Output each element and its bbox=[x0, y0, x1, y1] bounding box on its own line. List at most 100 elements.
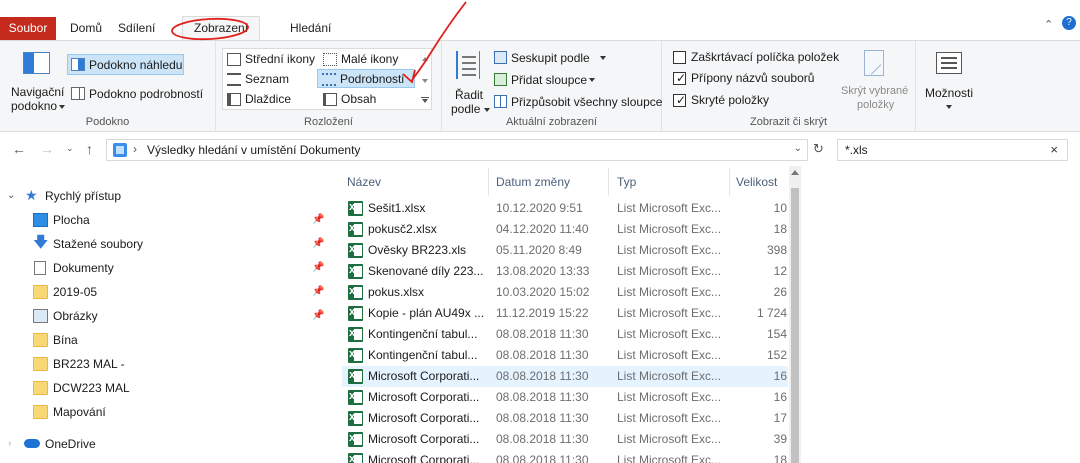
nav-folder-dcw223[interactable]: DCW223 MAL bbox=[0, 377, 330, 399]
hidden-items-checkbox[interactable]: ✓ bbox=[673, 93, 686, 107]
table-row[interactable]: Sešit1.xlsx 10.12.2020 9:51 List Microsoft… bbox=[342, 197, 788, 219]
excel-file-icon bbox=[348, 260, 363, 280]
column-separator[interactable] bbox=[729, 168, 730, 196]
file-extensions-checkbox[interactable]: ✓ bbox=[673, 71, 687, 85]
tab-view[interactable]: Zobrazení bbox=[185, 17, 257, 40]
fit-columns-button[interactable]: Přizpůsobit všechny sloupce bbox=[491, 91, 662, 111]
layout-medium-icons[interactable]: Střední ikony bbox=[223, 50, 315, 69]
table-row[interactable]: pokus.xlsx 10.03.2020 15:02 List Microsoft… bbox=[342, 281, 788, 303]
address-path: Výsledky hledání v umístění Dokumenty bbox=[147, 143, 361, 157]
sort-by-button[interactable]: Řadit podle bbox=[445, 47, 490, 116]
column-header-name[interactable]: Název bbox=[347, 175, 381, 189]
nav-onedrive[interactable]: › OneDrive bbox=[0, 433, 320, 455]
navigation-bar: ← → ⌄ ↑ › Výsledky hledání v umístění Do… bbox=[0, 133, 1080, 166]
table-row[interactable]: Microsoft Corporati... 08.08.2018 11:30 Li… bbox=[342, 449, 788, 463]
preview-pane-button[interactable]: Podokno náhledu bbox=[67, 54, 184, 75]
nav-folder-2019-05[interactable]: 2019-05 📌 bbox=[0, 281, 330, 303]
file-type: List Microsoft Exc... bbox=[617, 264, 722, 278]
add-columns-button[interactable]: Přidat sloupce bbox=[491, 69, 649, 89]
search-box[interactable]: *.xls × bbox=[837, 139, 1068, 161]
column-header-date[interactable]: Datum změny bbox=[496, 175, 570, 189]
layout-content-label: Obsah bbox=[341, 92, 377, 106]
table-row[interactable]: Microsoft Corporati... 08.08.2018 11:30 Li… bbox=[342, 386, 788, 408]
nav-documents[interactable]: Dokumenty 📌 bbox=[0, 257, 330, 279]
tab-home[interactable]: Domů bbox=[61, 17, 111, 40]
excel-file-icon bbox=[348, 239, 363, 259]
back-arrow-icon[interactable]: ← bbox=[12, 141, 26, 157]
forward-arrow-icon[interactable]: → bbox=[40, 141, 54, 157]
medium-icons-icon bbox=[227, 53, 241, 66]
item-checkboxes-checkbox[interactable] bbox=[673, 51, 686, 64]
file-type: List Microsoft Exc... bbox=[617, 201, 722, 215]
details-pane-button[interactable]: Podokno podrobností bbox=[67, 83, 211, 104]
tab-search[interactable]: Hledání bbox=[281, 17, 340, 40]
scroll-thumb[interactable] bbox=[791, 188, 799, 463]
group-by-button[interactable]: Seskupit podle bbox=[491, 47, 649, 67]
column-header-type[interactable]: Typ bbox=[617, 175, 636, 189]
column-separator[interactable] bbox=[608, 168, 609, 196]
nav-folder-bina[interactable]: Bína bbox=[0, 329, 330, 351]
table-row[interactable]: Microsoft Corporati... 08.08.2018 11:30 Li… bbox=[342, 428, 788, 450]
file-size: 18 bbox=[773, 453, 787, 463]
check-mark-icon: ✓ bbox=[676, 71, 687, 85]
file-type: List Microsoft Exc... bbox=[617, 453, 722, 463]
navigation-pane-button[interactable]: Navigační podokno bbox=[6, 47, 65, 115]
breadcrumb-chevron-icon[interactable]: › bbox=[133, 142, 137, 156]
file-date: 05.11.2020 8:49 bbox=[496, 243, 582, 257]
clear-search-icon[interactable]: × bbox=[1050, 142, 1058, 157]
up-arrow-icon[interactable]: ↑ bbox=[86, 141, 93, 157]
layout-list[interactable]: Seznam bbox=[223, 70, 289, 89]
gallery-expand-icon[interactable] bbox=[421, 97, 429, 103]
nav-label: Stažené soubory bbox=[53, 237, 144, 251]
gallery-scroll-up-icon[interactable] bbox=[422, 57, 428, 61]
tab-file[interactable]: Soubor bbox=[0, 17, 56, 40]
nav-label: Plocha bbox=[53, 213, 90, 227]
file-name: pokus.xlsx bbox=[368, 285, 425, 299]
table-row[interactable]: Microsoft Corporati... 08.08.2018 11:30 Li… bbox=[342, 365, 788, 387]
refresh-icon[interactable]: ↻ bbox=[813, 141, 824, 157]
layout-details[interactable]: Podrobnosti bbox=[317, 69, 415, 88]
nav-folder-br223[interactable]: BR223 MAL - bbox=[0, 353, 330, 375]
tab-share[interactable]: Sdílení bbox=[109, 17, 164, 40]
address-bar[interactable]: › Výsledky hledání v umístění Dokumenty … bbox=[106, 139, 808, 161]
cloud-icon bbox=[24, 439, 40, 448]
table-row[interactable]: Kopie - plán AU49x ... 11.12.2019 15:22 Li… bbox=[342, 302, 788, 324]
file-type: List Microsoft Exc... bbox=[617, 369, 722, 383]
column-separator[interactable] bbox=[488, 168, 489, 196]
file-list-scrollbar[interactable] bbox=[789, 166, 801, 463]
search-results-icon bbox=[113, 143, 127, 157]
ribbon-collapse-chevron-icon[interactable]: ⌃ bbox=[1044, 18, 1053, 31]
expand-chevron-icon[interactable]: ⌄ bbox=[7, 185, 15, 207]
nav-quick-access[interactable]: ⌄ ★ Rychlý přístup bbox=[0, 185, 320, 207]
table-row[interactable]: Skenované díly 223... 13.08.2020 13:33 Lis… bbox=[342, 260, 788, 282]
search-input[interactable]: *.xls bbox=[845, 143, 868, 157]
nav-downloads[interactable]: 🡇 Stažené soubory 📌 bbox=[0, 233, 330, 255]
scroll-up-arrow-icon[interactable] bbox=[791, 170, 799, 175]
table-row[interactable]: Ověsky BR223.xls 05.11.2020 8:49 List Micr… bbox=[342, 239, 788, 261]
address-dropdown-icon[interactable]: ⌄ bbox=[794, 143, 802, 154]
gallery-scroll-down-icon[interactable] bbox=[422, 79, 428, 83]
column-header-size[interactable]: Velikost bbox=[736, 175, 777, 189]
recent-locations-chevron-icon[interactable]: ⌄ bbox=[66, 143, 74, 154]
layout-tiles[interactable]: Dlaždice bbox=[223, 90, 291, 109]
file-name: Kontingenční tabul... bbox=[368, 327, 478, 341]
nav-pictures[interactable]: Obrázky 📌 bbox=[0, 305, 330, 327]
hide-selected-button[interactable]: Skrýt vybrané položky bbox=[836, 47, 914, 115]
table-row[interactable]: Kontingenční tabul... 08.08.2018 11:30 Lis… bbox=[342, 344, 788, 366]
nav-label: DCW223 MAL bbox=[53, 381, 130, 395]
table-row[interactable]: pokusč2.xlsx 04.12.2020 11:40 List Microso… bbox=[342, 218, 788, 240]
table-row[interactable]: Kontingenční tabul... 08.08.2018 11:30 Lis… bbox=[342, 323, 788, 345]
nav-label: Mapování bbox=[53, 405, 106, 419]
file-date: 08.08.2018 11:30 bbox=[496, 453, 589, 463]
layout-content[interactable]: Obsah bbox=[319, 90, 376, 109]
nav-folder-mapovani[interactable]: Mapování bbox=[0, 401, 330, 423]
group-by-icon bbox=[494, 51, 507, 64]
nav-desktop[interactable]: Plocha 📌 bbox=[0, 209, 330, 231]
table-row[interactable]: Microsoft Corporati... 08.08.2018 11:30 Li… bbox=[342, 407, 788, 429]
options-button[interactable]: Možnosti bbox=[920, 47, 976, 115]
folder-icon bbox=[33, 405, 48, 419]
expand-chevron-icon[interactable]: › bbox=[8, 433, 11, 455]
file-size: 17 bbox=[773, 411, 787, 425]
help-icon[interactable]: ? bbox=[1062, 16, 1076, 30]
layout-small-icons[interactable]: Malé ikony bbox=[319, 50, 398, 69]
